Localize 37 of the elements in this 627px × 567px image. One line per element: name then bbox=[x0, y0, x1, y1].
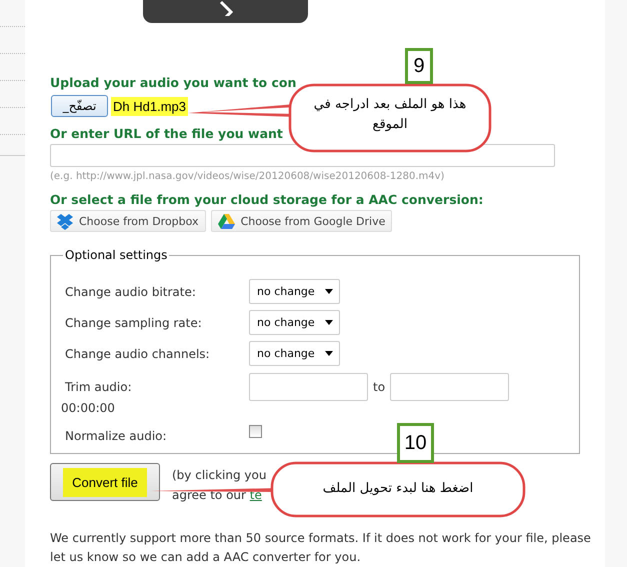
select-dropdown[interactable]: no change bbox=[249, 341, 340, 366]
checkbox[interactable] bbox=[249, 425, 262, 438]
callout-text: اضغط هنا لبدء تحويل الملف bbox=[322, 480, 474, 498]
to-label: to bbox=[373, 380, 386, 394]
section-heading: Or select a file from your cloud storage for a AAC conversion: bbox=[50, 192, 484, 208]
fieldset-legend: Optional settings bbox=[63, 248, 170, 262]
step-number: 10 bbox=[397, 423, 434, 463]
box-icon bbox=[57, 212, 73, 230]
chevron-icon bbox=[218, 0, 232, 16]
input-field[interactable] bbox=[249, 373, 368, 401]
setting-label: Trim audio: bbox=[65, 380, 133, 394]
info-paragraph: We currently support more than 50 source formats. If it does not work for your file, please let us know so we can add a AAC converter for you. bbox=[50, 530, 592, 566]
terms-link[interactable]: te bbox=[250, 488, 262, 502]
caret-icon bbox=[325, 289, 333, 294]
url-example: (e.g. http://www.jpl.nasa.gov/videos/wise/20120608/wise20120608-1280.m4v) bbox=[50, 171, 446, 182]
input-field[interactable] bbox=[390, 373, 510, 401]
setting-label: Change sampling rate: bbox=[65, 316, 203, 330]
setting-label: Change audio channels: bbox=[65, 346, 211, 360]
section-heading: Upload your audio you want to con bbox=[50, 75, 296, 92]
drive-button[interactable]: Choose from Google Drive bbox=[210, 210, 392, 232]
time-hint: 00:00:00 bbox=[61, 401, 115, 415]
triangle-icon bbox=[218, 213, 235, 229]
callout-text: هذا هو الملف بعد ادراجه في الموقع bbox=[312, 96, 468, 134]
convert-button[interactable]: Convert file bbox=[50, 463, 160, 501]
browse-button[interactable]: _تصفّح bbox=[51, 95, 108, 118]
caret-icon bbox=[325, 320, 333, 325]
select-dropdown[interactable]: no change bbox=[249, 279, 340, 304]
terms-note: (by clicking you bbox=[172, 467, 266, 484]
section-heading: Or enter URL of the file you want bbox=[50, 126, 283, 142]
caret-icon bbox=[325, 351, 333, 356]
step-number: 9 bbox=[405, 48, 433, 84]
select-dropdown[interactable]: no change bbox=[249, 310, 340, 335]
terms-note: agree to our bbox=[172, 488, 246, 502]
dropbox-button[interactable]: Choose from Dropbox bbox=[50, 210, 206, 232]
setting-label: Change audio bitrate: bbox=[65, 284, 197, 298]
file-name: Dh Hd1.mp3 bbox=[111, 96, 188, 116]
setting-label: Normalize audio: bbox=[65, 429, 168, 443]
